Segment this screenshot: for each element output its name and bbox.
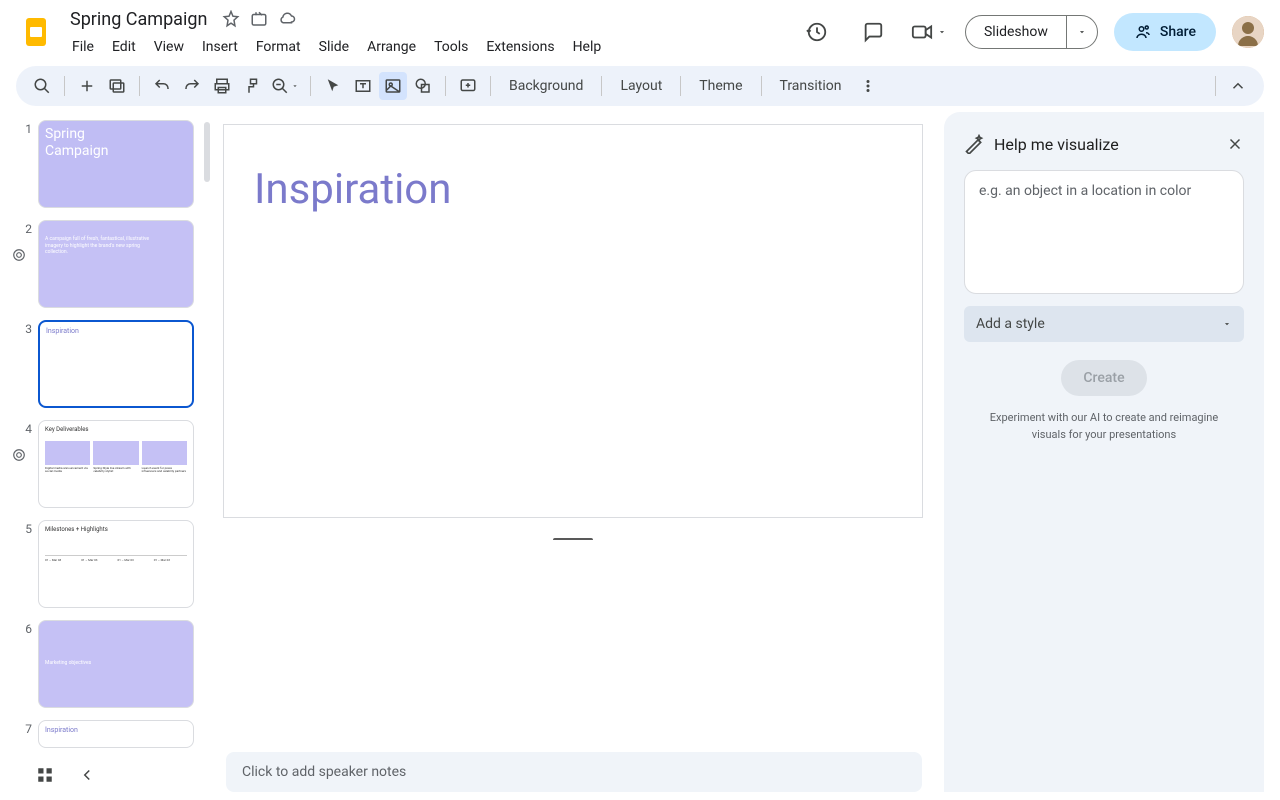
print-button[interactable] — [208, 72, 236, 100]
prompt-input[interactable]: e.g. an object in a location in color — [964, 170, 1244, 294]
link-badge-icon — [12, 248, 28, 264]
title-area: Spring Campaign File Edit View Insert Fo… — [64, 5, 609, 59]
panel-title: Help me visualize — [994, 135, 1216, 154]
notes-resize-handle[interactable] — [553, 538, 593, 542]
slideshow-dropdown[interactable] — [1066, 16, 1097, 48]
move-icon[interactable] — [249, 9, 269, 29]
slide-thumb-2[interactable]: 2 A campaign full of fresh, fantastical,… — [20, 220, 202, 308]
footer: Click to add speaker notes — [0, 750, 1280, 800]
menu-arrange[interactable]: Arrange — [359, 35, 424, 59]
slide-thumb-5[interactable]: 5 Milestones + Highlights 01 – Mar 03 01… — [20, 520, 202, 608]
menu-edit[interactable]: Edit — [104, 35, 144, 59]
redo-button[interactable] — [178, 72, 206, 100]
undo-button[interactable] — [148, 72, 176, 100]
star-icon[interactable] — [221, 9, 241, 29]
slide-thumb-3[interactable]: 3 Inspiration — [20, 320, 202, 408]
share-label: Share — [1160, 24, 1196, 40]
avatar[interactable] — [1232, 16, 1264, 48]
slide-title[interactable]: Inspiration — [254, 165, 451, 214]
people-icon — [1134, 23, 1152, 41]
slide-number: 7 — [20, 720, 32, 748]
chevron-down-icon — [291, 82, 299, 90]
menu-extensions[interactable]: Extensions — [478, 35, 562, 59]
help-me-visualize-panel: Help me visualize e.g. an object in a lo… — [944, 112, 1264, 792]
menu-bar: File Edit View Insert Format Slide Arran… — [64, 35, 609, 59]
speaker-notes[interactable]: Click to add speaker notes — [226, 752, 922, 792]
chevron-down-icon — [1077, 27, 1087, 37]
menu-view[interactable]: View — [146, 35, 192, 59]
menu-file[interactable]: File — [64, 35, 102, 59]
slide-number: 6 — [20, 620, 32, 708]
share-button[interactable]: Share — [1114, 13, 1216, 51]
more-tools-button[interactable] — [854, 72, 882, 100]
filmstrip-scrollbar[interactable] — [204, 122, 210, 182]
slides-icon — [20, 16, 52, 48]
toolbar: Background Layout Theme Transition — [16, 66, 1264, 106]
style-label: Add a style — [976, 316, 1045, 332]
search-icon[interactable] — [28, 72, 56, 100]
magic-pen-icon — [964, 134, 984, 154]
chevron-down-icon — [1222, 319, 1232, 329]
slide-number: 2 — [20, 220, 32, 308]
style-select[interactable]: Add a style — [964, 306, 1244, 342]
slide-thumb-1[interactable]: 1 SpringCampaign — [20, 120, 202, 208]
filmstrip[interactable]: 1 SpringCampaign 2 A campaign full of fr… — [0, 112, 210, 800]
image-tool[interactable] — [379, 72, 407, 100]
slide-thumb-7[interactable]: 7 Inspiration — [20, 720, 202, 748]
select-tool[interactable] — [319, 72, 347, 100]
cloud-icon[interactable] — [277, 9, 297, 29]
slideshow-button-group: Slideshow — [965, 15, 1098, 49]
collapse-filmstrip-icon[interactable] — [78, 766, 96, 784]
paint-format-button[interactable] — [238, 72, 266, 100]
slide-thumb-4[interactable]: 4 Key Deliverables Digital media announc… — [20, 420, 202, 508]
background-button[interactable]: Background — [499, 74, 593, 98]
slide-number: 3 — [20, 320, 32, 408]
menu-help[interactable]: Help — [565, 35, 610, 59]
shape-tool[interactable] — [409, 72, 437, 100]
menu-insert[interactable]: Insert — [194, 35, 246, 59]
comment-tool[interactable] — [454, 72, 482, 100]
textbox-tool[interactable] — [349, 72, 377, 100]
slides-logo[interactable] — [16, 12, 56, 52]
transition-button[interactable]: Transition — [770, 74, 852, 98]
slide-number: 1 — [20, 120, 32, 208]
slide-thumb-6[interactable]: 6 Marketing objectives — [20, 620, 202, 708]
document-title[interactable]: Spring Campaign — [64, 7, 213, 32]
menu-slide[interactable]: Slide — [311, 35, 357, 59]
zoom-button[interactable] — [268, 72, 302, 100]
comment-icon[interactable] — [853, 12, 893, 52]
collapse-toolbar-button[interactable] — [1224, 72, 1252, 100]
link-badge-icon — [12, 448, 28, 464]
grid-view-icon[interactable] — [36, 766, 54, 784]
create-button[interactable]: Create — [1061, 360, 1146, 396]
slide-number: 5 — [20, 520, 32, 608]
close-icon[interactable] — [1226, 135, 1244, 153]
new-slide-layout-button[interactable] — [103, 72, 131, 100]
new-slide-button[interactable] — [73, 72, 101, 100]
panel-hint: Experiment with our AI to create and rei… — [964, 410, 1244, 443]
video-call-button[interactable] — [909, 12, 949, 52]
slideshow-button[interactable]: Slideshow — [966, 16, 1066, 48]
theme-button[interactable]: Theme — [689, 74, 752, 98]
slide-canvas[interactable]: Inspiration — [223, 124, 923, 518]
menu-tools[interactable]: Tools — [426, 35, 476, 59]
chevron-down-icon — [937, 27, 947, 37]
header: Spring Campaign File Edit View Insert Fo… — [0, 0, 1280, 64]
slide-number: 4 — [20, 420, 32, 508]
layout-button[interactable]: Layout — [610, 74, 672, 98]
history-icon[interactable] — [797, 12, 837, 52]
menu-format[interactable]: Format — [248, 35, 309, 59]
canvas-area: Inspiration — [210, 112, 944, 800]
